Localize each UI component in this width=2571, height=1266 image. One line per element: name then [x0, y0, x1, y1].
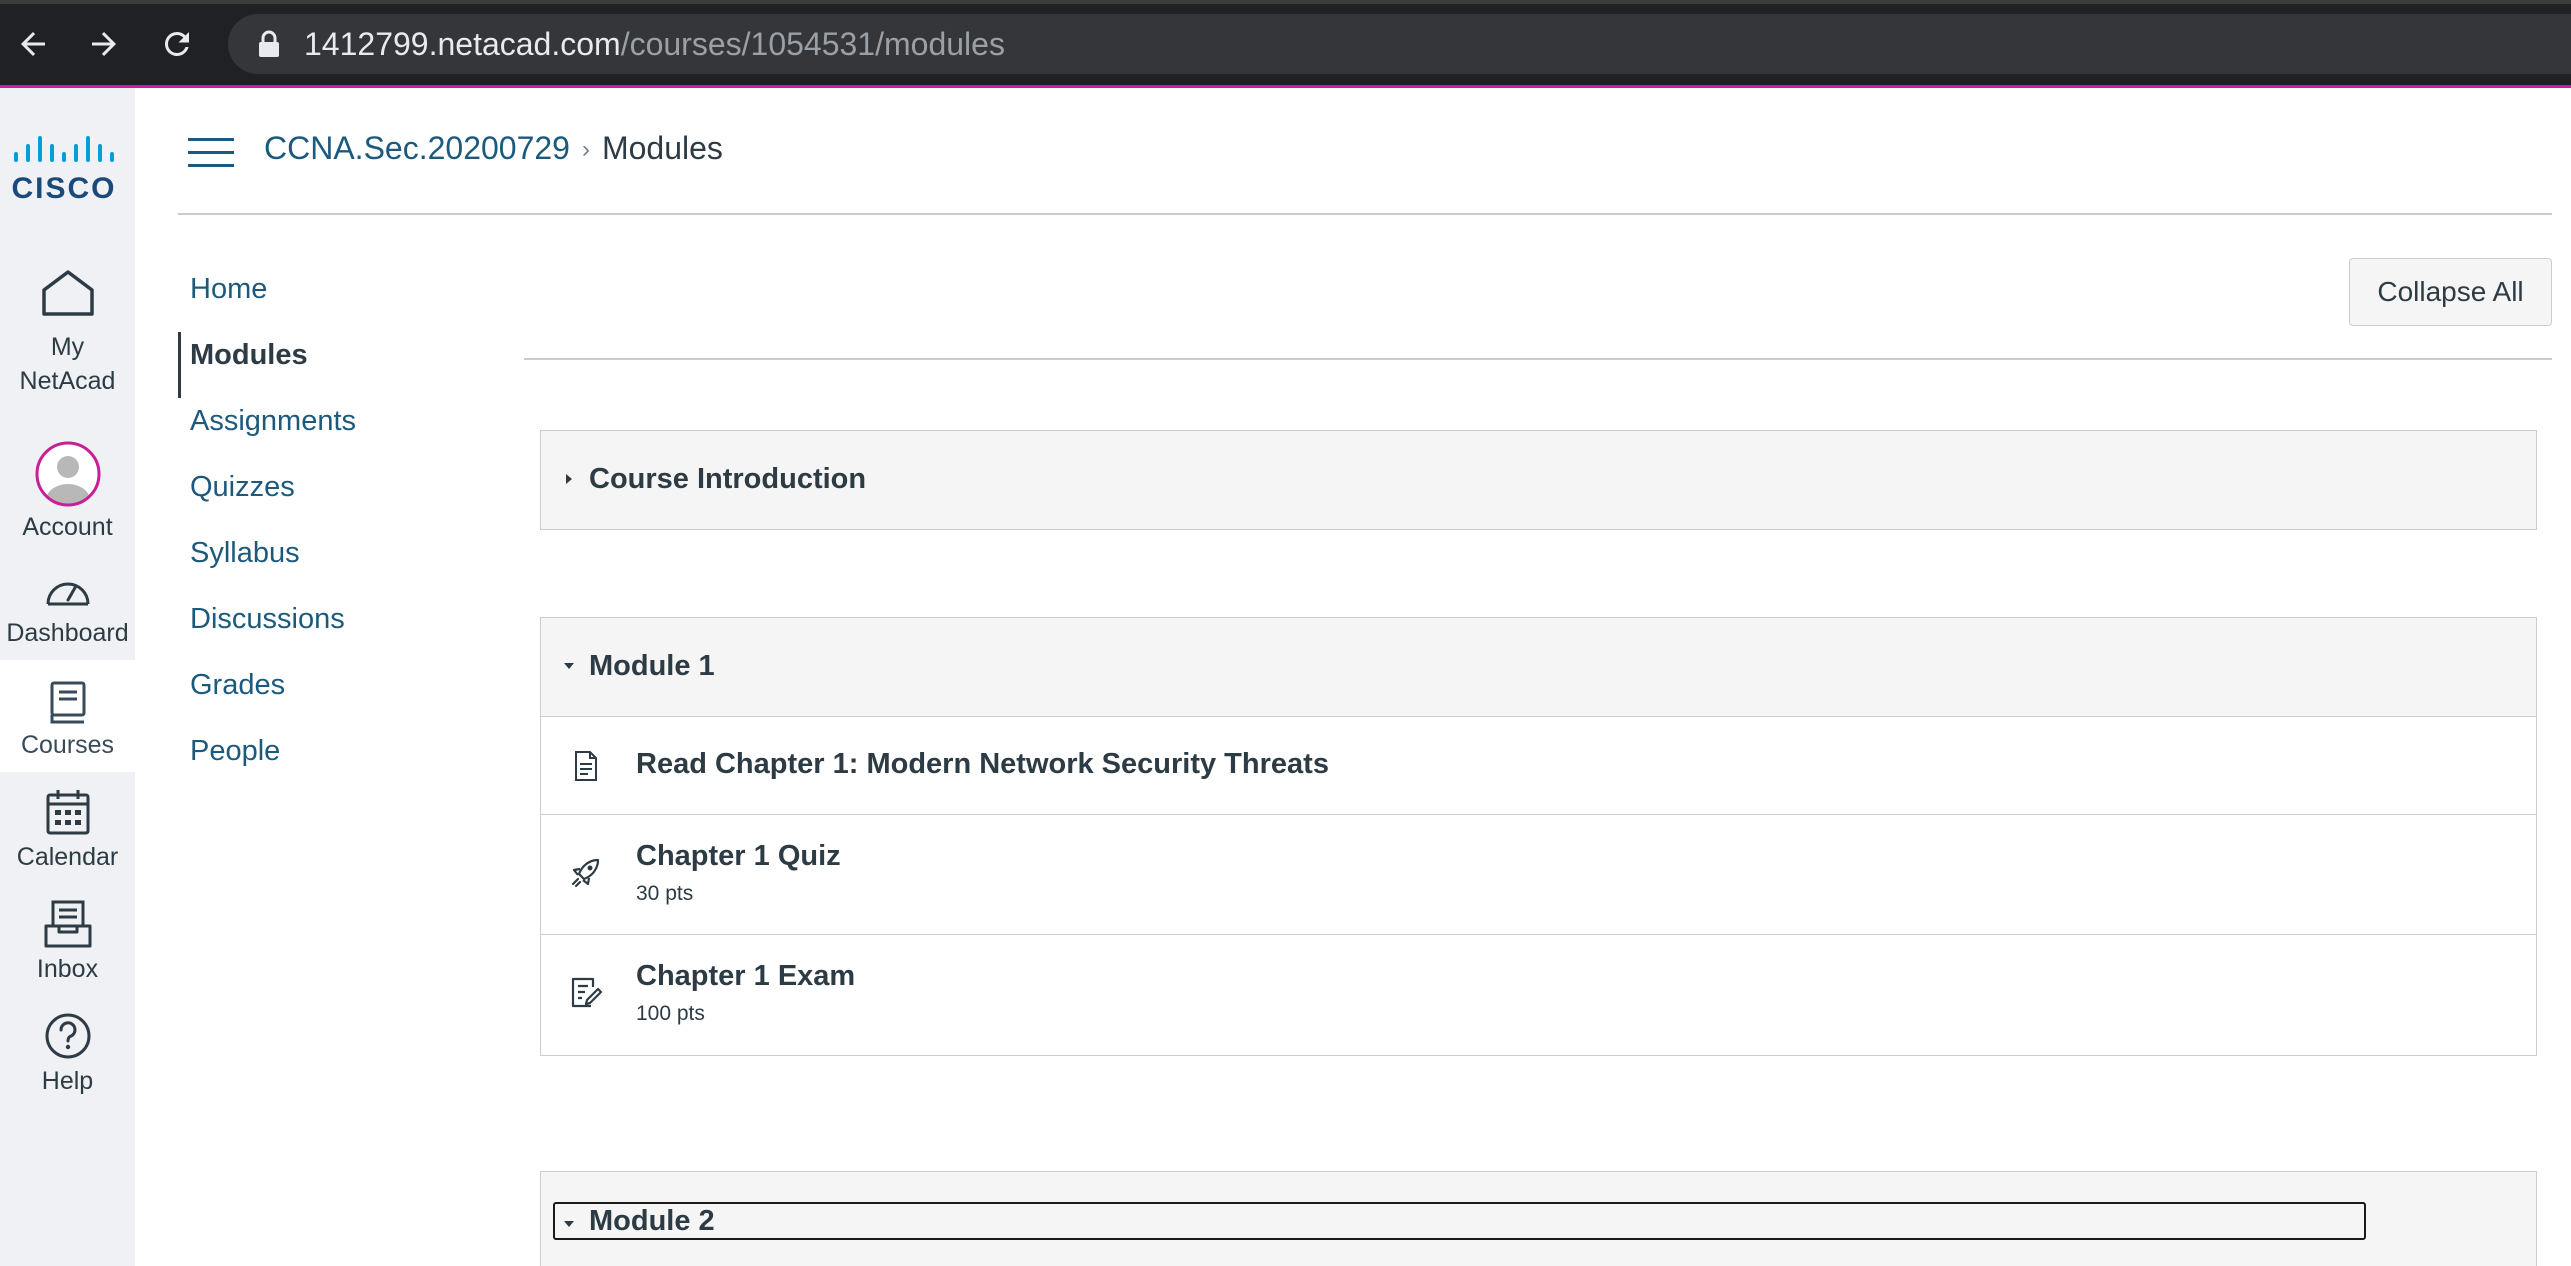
global-nav-account[interactable]: Account [0, 440, 135, 544]
course-nav-assignments[interactable]: Assignments [178, 398, 498, 464]
course-nav: Home Modules Assignments Quizzes Syllabu… [178, 266, 498, 794]
forward-button[interactable] [80, 20, 128, 68]
breadcrumb-separator: › [581, 136, 590, 163]
global-nav-label: Dashboard [6, 619, 129, 647]
global-nav-dashboard[interactable]: Dashboard [0, 570, 135, 650]
breadcrumb: CCNA.Sec.20200729 › Modules [264, 128, 723, 172]
hamburger-menu-icon[interactable] [188, 136, 234, 170]
arrow-left-icon [21, 32, 45, 56]
avatar-icon [35, 441, 100, 507]
back-button[interactable] [9, 20, 57, 68]
cisco-logo[interactable]: CISCO [6, 128, 130, 208]
module-item[interactable]: Chapter 1 Quiz 30 pts [541, 815, 2536, 935]
course-nav-grades[interactable]: Grades [178, 662, 498, 728]
module-1: Module 1 Read Chapter 1: Modern Network … [540, 617, 2537, 1056]
module-item-title[interactable]: Chapter 1 Quiz [636, 837, 841, 875]
module-item-title[interactable]: Chapter 1 Exam [636, 957, 855, 995]
module-title: Course Introduction [589, 463, 867, 495]
collapse-all-button[interactable]: Collapse All [2349, 258, 2552, 326]
document-icon [575, 751, 597, 781]
breadcrumb-current-page: Modules [601, 130, 723, 166]
inbox-icon [44, 900, 91, 948]
global-nav-courses[interactable]: Courses [0, 660, 135, 772]
reload-icon [164, 31, 189, 56]
module-2: Module 2 [540, 1171, 2537, 1266]
module-item[interactable]: Chapter 1 Exam 100 pts [541, 935, 2536, 1055]
course-nav-discussions[interactable]: Discussions [178, 596, 498, 662]
global-nav-label: My NetAcad [19, 333, 116, 395]
calendar-icon [46, 790, 89, 835]
accent-line [0, 85, 2571, 88]
browser-toolbar: 1412799.netacad.com/courses/1054531/modu… [0, 0, 2571, 88]
url-path: /courses/1054531/modules [620, 26, 1005, 62]
help-icon [45, 1013, 90, 1059]
home-icon [41, 270, 94, 316]
course-nav-home[interactable]: Home [178, 266, 498, 332]
global-nav-help[interactable]: Help [0, 1012, 135, 1098]
course-nav-people[interactable]: People [178, 728, 498, 794]
global-nav-label: Help [41, 1067, 94, 1095]
caret-right-icon [566, 474, 572, 484]
global-nav-calendar[interactable]: Calendar [0, 788, 135, 874]
arrow-right-icon [92, 32, 116, 56]
global-nav: CISCO My NetAcad Account Dashboard Cours… [0, 88, 135, 1266]
url-host: 1412799.netacad.com [304, 26, 621, 62]
global-nav-my-netacad[interactable]: My NetAcad [0, 268, 135, 398]
course-nav-quizzes[interactable]: Quizzes [178, 464, 498, 530]
module-header[interactable]: Module 1 [541, 618, 2536, 716]
tab-strip [0, 0, 2571, 4]
header-divider [178, 213, 2552, 215]
address-bar[interactable]: 1412799.netacad.com/courses/1054531/modu… [228, 14, 2571, 74]
url-text: 1412799.netacad.com/courses/1054531/modu… [304, 26, 1005, 62]
global-nav-label: Account [22, 513, 113, 541]
global-nav-label: Inbox [36, 955, 99, 983]
focus-outline [553, 1202, 2366, 1240]
breadcrumb-course-link[interactable]: CCNA.Sec.20200729 [264, 130, 570, 166]
module-item-title[interactable]: Read Chapter 1: Modern Network Security … [636, 745, 1329, 783]
course-nav-modules[interactable]: Modules [178, 332, 498, 398]
assignment-icon [571, 977, 603, 1008]
global-nav-inbox[interactable]: Inbox [0, 900, 135, 986]
reload-button[interactable] [153, 20, 201, 68]
course-nav-syllabus[interactable]: Syllabus [178, 530, 498, 596]
module-items: Read Chapter 1: Modern Network Security … [541, 716, 2536, 1055]
global-nav-label: Calendar [16, 843, 119, 871]
toolbar-divider [524, 358, 2552, 360]
module-title: Module 2 [589, 1205, 715, 1237]
module-header[interactable]: Module 2 [541, 1172, 2536, 1266]
svg-text:CISCO: CISCO [11, 172, 116, 205]
courses-icon [50, 681, 85, 724]
module-course-introduction: Course Introduction [540, 430, 2537, 530]
caret-down-icon [564, 1221, 574, 1227]
module-header[interactable]: Course Introduction [541, 431, 2536, 529]
rocket-icon [571, 858, 600, 888]
caret-down-icon [564, 663, 574, 669]
lock-icon [259, 30, 279, 57]
module-item-points: 30 pts [636, 882, 694, 905]
module-item[interactable]: Read Chapter 1: Modern Network Security … [541, 717, 2536, 815]
module-item-points: 100 pts [636, 1002, 705, 1025]
global-nav-label: Courses [20, 731, 115, 759]
module-title: Module 1 [589, 650, 715, 682]
dashboard-icon [46, 582, 89, 606]
